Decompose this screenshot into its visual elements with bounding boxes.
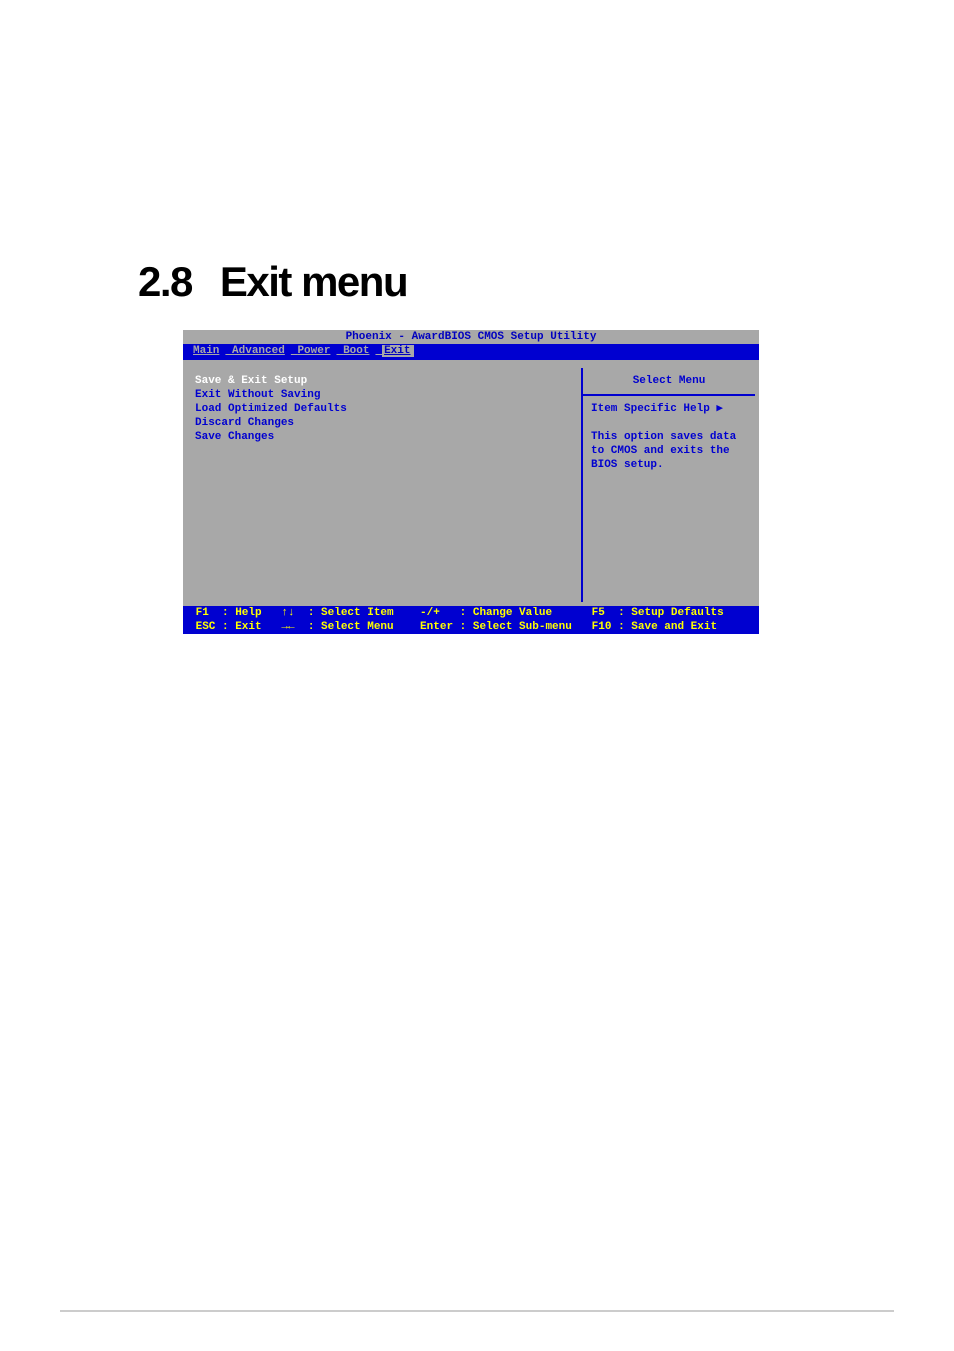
page-heading: 2.8 Exit menu	[138, 258, 407, 306]
spacer	[591, 416, 747, 430]
bios-title-bar: Phoenix - AwardBIOS CMOS Setup Utility	[183, 330, 759, 344]
bios-footer: F1 : Help ↑↓ : Select Item -/+ : Change …	[183, 606, 759, 634]
menu-power[interactable]: Power	[297, 345, 330, 357]
exit-item-load-defaults[interactable]: Load Optimized Defaults	[195, 402, 573, 416]
bios-left-panel: Save & Exit Setup Exit Without Saving Lo…	[187, 368, 581, 602]
help-text-line3: BIOS setup.	[591, 458, 747, 472]
page-footer-divider	[60, 1310, 894, 1312]
bios-window: Phoenix - AwardBIOS CMOS Setup Utility M…	[183, 330, 759, 632]
exit-item-save-changes[interactable]: Save Changes	[195, 430, 573, 444]
menu-advanced[interactable]: Advanced	[232, 345, 285, 357]
help-label: Item Specific Help ▶	[591, 402, 747, 416]
bios-menu-bar: Main Advanced Power Boot Exit	[183, 344, 759, 358]
bios-body: Save & Exit Setup Exit Without Saving Lo…	[183, 360, 759, 606]
menu-exit-active[interactable]: Exit	[382, 345, 414, 357]
exit-item-without-saving[interactable]: Exit Without Saving	[195, 388, 573, 402]
exit-item-save-exit[interactable]: Save & Exit Setup	[195, 374, 573, 388]
help-text-line2: to CMOS and exits the	[591, 444, 747, 458]
menu-main[interactable]: Main	[193, 345, 219, 357]
footer-row-1: F1 : Help ↑↓ : Select Item -/+ : Change …	[189, 606, 753, 620]
footer-row-2: ESC : Exit →← : Select Menu Enter : Sele…	[189, 620, 753, 634]
bios-right-panel: Select Menu Item Specific Help ▶ This op…	[583, 368, 755, 602]
select-menu-title: Select Menu	[583, 368, 755, 396]
menu-boot[interactable]: Boot	[343, 345, 369, 357]
heading-number: 2.8	[138, 258, 192, 305]
exit-item-discard[interactable]: Discard Changes	[195, 416, 573, 430]
help-text-line1: This option saves data	[591, 430, 747, 444]
help-content: Item Specific Help ▶ This option saves d…	[583, 396, 755, 478]
heading-title: Exit menu	[220, 258, 407, 305]
